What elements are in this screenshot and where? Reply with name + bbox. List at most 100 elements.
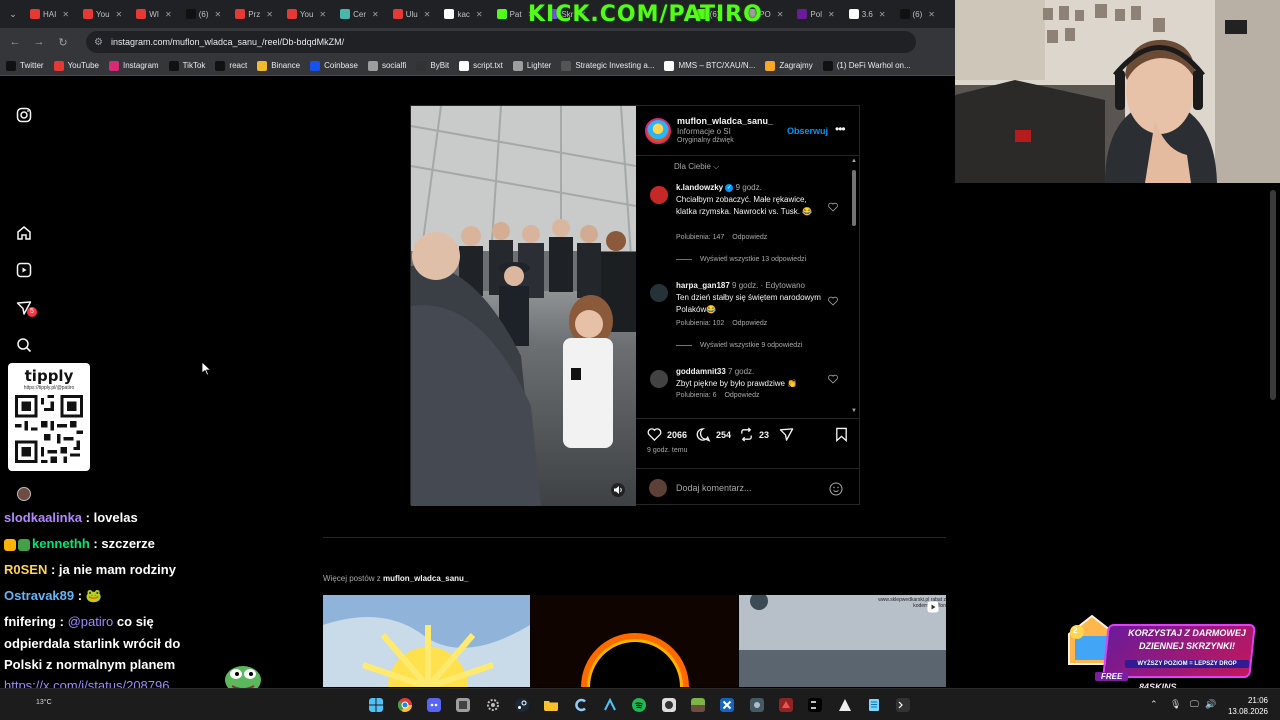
repost-button[interactable]: 23	[739, 427, 769, 442]
bookmark-item[interactable]: ByBit	[416, 60, 449, 71]
jetbrains-icon[interactable]	[808, 698, 822, 712]
profile-avatar[interactable]	[17, 487, 31, 501]
browser-tab[interactable]: WI ✕	[130, 3, 177, 25]
address-bar[interactable]: ⚙ instagram.com/muflon_wladca_sanu_/reel…	[86, 31, 916, 53]
game-icon[interactable]	[750, 698, 764, 712]
browser-tab[interactable]: kac ✕	[438, 3, 488, 25]
microphone-icon[interactable]: 🎙	[1170, 699, 1181, 710]
reload-icon[interactable]: ↻	[56, 36, 70, 49]
post-thumbnail[interactable]: www.sklepwedkarski.pl rabat z kodem: muf…	[739, 595, 946, 687]
alert-app-icon[interactable]	[838, 698, 852, 712]
like-comment-heart-icon[interactable]	[828, 296, 838, 306]
comment-username[interactable]: harpa_gan187	[676, 281, 730, 290]
reel-video[interactable]	[411, 106, 636, 506]
emoji-icon[interactable]	[829, 482, 843, 496]
bookmark-item[interactable]: YouTube	[53, 60, 99, 71]
steam-icon[interactable]	[515, 698, 529, 712]
post-thumbnail[interactable]	[531, 595, 738, 687]
chat-username[interactable]: Ostravak89	[4, 588, 74, 603]
tab-close-icon[interactable]: ✕	[215, 10, 222, 19]
chat-username[interactable]: slodkaalinka	[4, 510, 82, 525]
tab-close-icon[interactable]: ✕	[116, 10, 123, 19]
more-options-icon[interactable]: •••	[835, 122, 846, 136]
bookmark-item[interactable]: TikTok	[168, 60, 205, 71]
browser-tab[interactable]: (6) ✕	[180, 3, 227, 25]
bookmark-item[interactable]: MMS – BTC/XAU/N...	[664, 60, 755, 71]
browser-tab[interactable]: Cer ✕	[334, 3, 385, 25]
search-icon[interactable]	[16, 337, 32, 353]
chat-username[interactable]: kennethh	[32, 536, 90, 551]
tab-close-icon[interactable]: ✕	[828, 10, 835, 19]
scroll-up-icon[interactable]: ▲	[851, 158, 857, 164]
view-replies-button[interactable]: Wyświetl wszystkie 9 odpowiedzi	[676, 342, 802, 349]
bookmark-item[interactable]: Zagrajmy	[765, 60, 813, 71]
tab-close-icon[interactable]: ✕	[165, 10, 172, 19]
weather-widget[interactable]: 13°C	[36, 699, 52, 706]
tray-chevron-icon[interactable]: ⌃	[1150, 699, 1158, 710]
comments-scrollbar[interactable]: ▲ ▼	[850, 158, 858, 416]
tab-search-icon[interactable]: ⌄	[4, 5, 22, 23]
chat-username[interactable]: R0SEN	[4, 562, 47, 577]
author-subtitle[interactable]: Informacje o SI	[677, 127, 731, 136]
like-comment-heart-icon[interactable]	[828, 202, 838, 212]
bookmark-item[interactable]: (1) DeFi Warhol on...	[822, 60, 911, 71]
reply-button[interactable]: Odpowiedz	[732, 234, 767, 241]
bookmark-item[interactable]: Twitter	[6, 60, 44, 71]
spotify-icon[interactable]	[632, 698, 646, 712]
home-icon[interactable]	[16, 225, 32, 241]
browser-tab[interactable]: Pol ✕	[791, 3, 840, 25]
reels-icon[interactable]	[16, 262, 32, 278]
like-comment-heart-icon[interactable]	[828, 374, 838, 384]
terminal-icon[interactable]	[896, 698, 910, 712]
obs-icon[interactable]	[662, 698, 676, 712]
bookmark-item[interactable]: Strategic Investing a...	[561, 60, 654, 71]
minecraft-icon[interactable]	[691, 698, 705, 712]
scrollbar-thumb[interactable]	[852, 170, 856, 226]
instagram-logo-icon[interactable]	[16, 107, 32, 123]
comment-button[interactable]: 254	[696, 427, 731, 442]
app-icon[interactable]	[456, 698, 470, 712]
bookmark-item[interactable]: Binance	[257, 60, 300, 71]
like-button[interactable]: 2066	[647, 427, 687, 442]
tab-close-icon[interactable]: ✕	[266, 10, 273, 19]
author-username[interactable]: muflon_wladca_sanu_	[677, 116, 773, 126]
volume-icon[interactable]: 🔊	[1205, 699, 1216, 710]
bookmark-item[interactable]: Lighter	[512, 60, 551, 71]
discord-icon[interactable]	[427, 698, 441, 712]
tab-close-icon[interactable]: ✕	[879, 10, 886, 19]
scroll-down-icon[interactable]: ▼	[851, 408, 857, 414]
bookmark-item[interactable]: Coinbase	[310, 60, 358, 71]
file-explorer-icon[interactable]	[544, 698, 558, 712]
notepad-icon[interactable]	[867, 698, 881, 712]
browser-tab[interactable]: You ✕	[77, 3, 128, 25]
view-replies-button[interactable]: Wyświetl wszystkie 13 odpowiedzi	[676, 256, 806, 263]
browser-tab[interactable]: You ✕	[281, 3, 332, 25]
forward-icon[interactable]: →	[32, 36, 46, 48]
follow-button[interactable]: Obserwuj	[787, 126, 828, 136]
browser-tab[interactable]: Ulu ✕	[387, 3, 437, 25]
bookmark-item[interactable]: socialfi	[367, 60, 406, 71]
comment-sort-dropdown[interactable]: Dla Ciebie ⌵	[674, 162, 719, 172]
tab-close-icon[interactable]: ✕	[928, 10, 935, 19]
post-thumbnail[interactable]	[323, 595, 530, 687]
site-info-icon[interactable]: ⚙	[94, 37, 103, 48]
tab-close-icon[interactable]: ✕	[777, 10, 784, 19]
reply-button[interactable]: Odpowiedz	[724, 392, 759, 399]
red-app-icon[interactable]	[779, 698, 793, 712]
bookmark-item[interactable]: script.txt	[459, 60, 503, 71]
network-icon[interactable]: 🖵	[1190, 699, 1199, 710]
comment-username[interactable]: goddamnit33	[676, 367, 726, 376]
chat-mention[interactable]: @patiro	[68, 614, 114, 629]
browser-tab[interactable]: (6) ✕	[894, 3, 941, 25]
tab-close-icon[interactable]: ✕	[424, 10, 431, 19]
author-avatar[interactable]	[645, 118, 671, 144]
settings-icon[interactable]	[486, 698, 500, 712]
app-x-icon[interactable]	[720, 698, 734, 712]
chrome-icon[interactable]	[398, 698, 412, 712]
bookmark-item[interactable]: Instagram	[109, 60, 159, 71]
sound-on-icon[interactable]	[611, 483, 625, 497]
comment-avatar[interactable]	[650, 284, 668, 302]
reply-button[interactable]: Odpowiedz	[732, 320, 767, 327]
tab-close-icon[interactable]: ✕	[372, 10, 379, 19]
comment-avatar[interactable]	[650, 370, 668, 388]
